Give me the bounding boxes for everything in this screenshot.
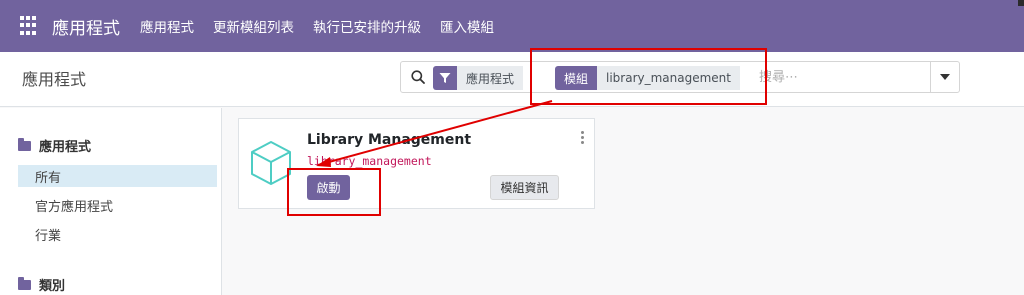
menu-item-update-apps-list[interactable]: 更新模組列表 bbox=[213, 16, 294, 36]
folder-icon bbox=[18, 276, 31, 290]
search-input[interactable] bbox=[759, 62, 929, 92]
page-title: 應用程式 bbox=[22, 70, 87, 89]
menu-item-apply-scheduled-upgrades[interactable]: 執行已安排的升級 bbox=[313, 16, 421, 36]
module-title: Library Management bbox=[307, 132, 472, 148]
menu-item-apps[interactable]: 應用程式 bbox=[140, 16, 194, 36]
sidebar-section-categories: 類別 bbox=[18, 275, 65, 294]
navbar-brand[interactable]: 應用程式 bbox=[52, 14, 120, 39]
app-grid-icon[interactable] bbox=[20, 16, 40, 36]
control-panel: 應用程式 應用程式 模組 library_management bbox=[0, 52, 1024, 107]
sidebar-section-title: 應用程式 bbox=[39, 140, 92, 155]
search-options-toggle[interactable] bbox=[930, 62, 959, 92]
facet-value: 應用程式 bbox=[457, 66, 524, 90]
sidebar-item-industries[interactable]: 行業 bbox=[18, 223, 217, 245]
annotation-highlight-search-facet bbox=[530, 48, 767, 105]
window-corner bbox=[1018, 0, 1024, 6]
sidebar: 應用程式 所有 官方應用程式 行業 類別 bbox=[0, 108, 222, 295]
menu-item-import-module[interactable]: 匯入模組 bbox=[440, 16, 494, 36]
annotation-highlight-activate bbox=[287, 168, 381, 216]
module-info-button[interactable]: 模組資訊 bbox=[490, 175, 559, 200]
kebab-menu-icon[interactable] bbox=[581, 131, 585, 146]
caret-down-icon bbox=[940, 74, 950, 80]
top-navbar: 應用程式 應用程式 更新模組列表 執行已安排的升級 匯入模組 bbox=[0, 0, 1024, 52]
sidebar-item-all[interactable]: 所有 bbox=[18, 165, 217, 187]
sidebar-section-title: 類別 bbox=[39, 279, 66, 294]
module-technical-name: library_management bbox=[307, 154, 432, 168]
folder-icon bbox=[18, 137, 31, 151]
search-icon bbox=[411, 70, 425, 84]
sidebar-section-apps: 應用程式 bbox=[18, 136, 91, 155]
filter-icon bbox=[433, 66, 457, 90]
sidebar-item-official-apps[interactable]: 官方應用程式 bbox=[18, 194, 217, 216]
